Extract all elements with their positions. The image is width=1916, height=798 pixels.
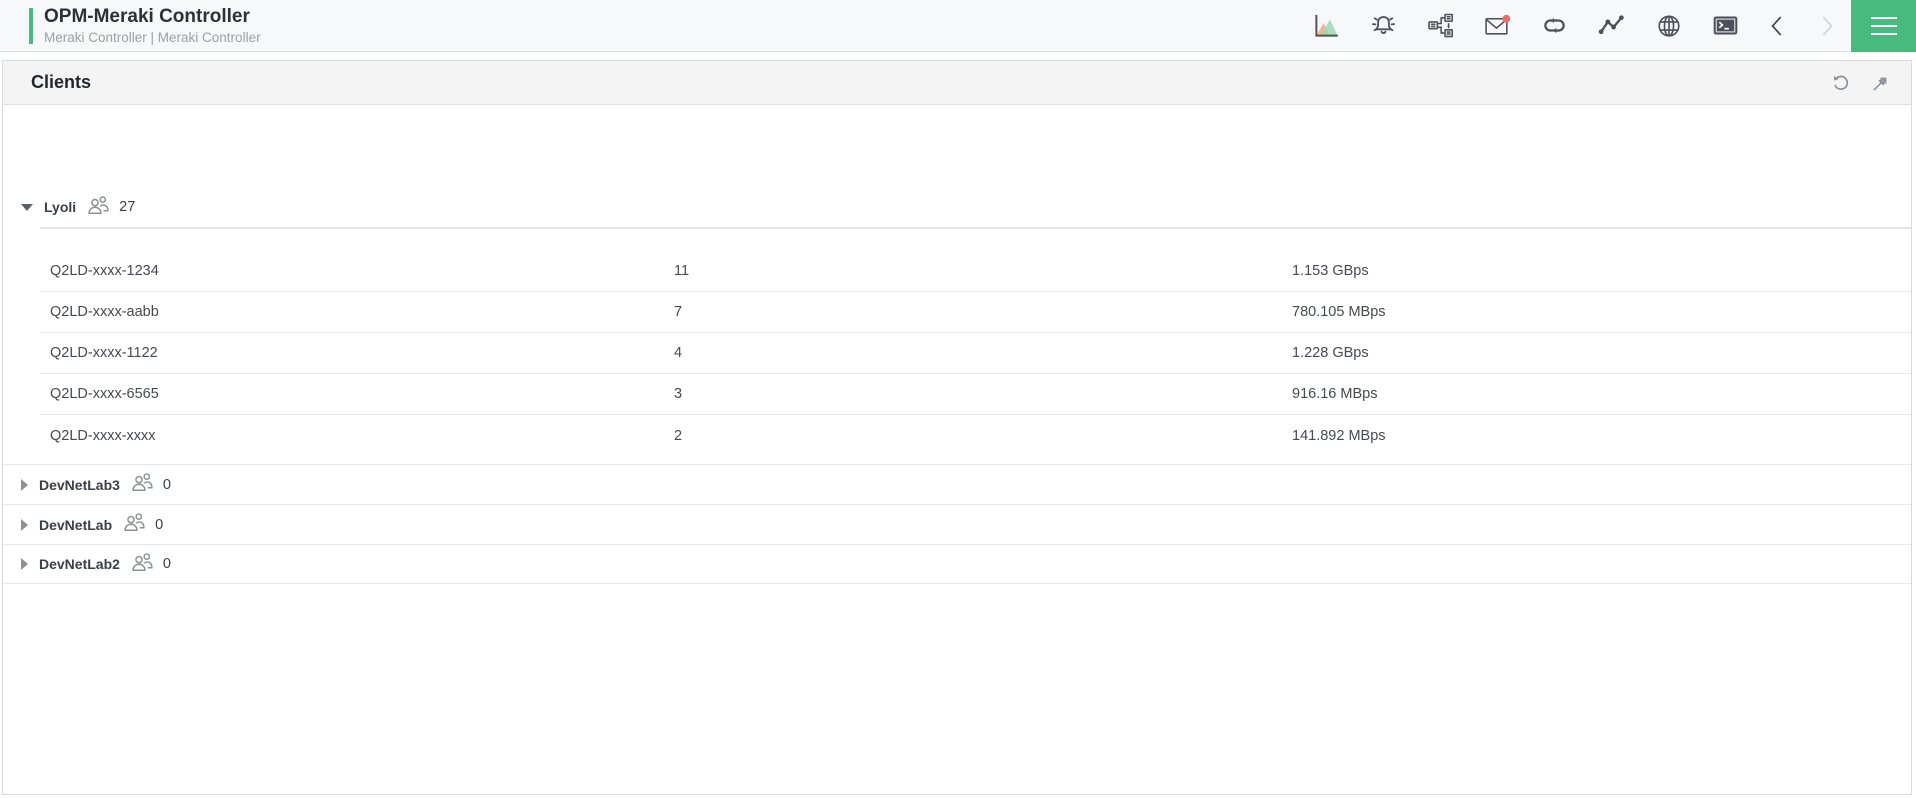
alarm-bell-icon[interactable] bbox=[1370, 12, 1397, 39]
table-header-pad bbox=[40, 229, 1911, 251]
client-count: 4 bbox=[674, 345, 683, 361]
group-count: 0 bbox=[162, 476, 171, 493]
chevron-right-icon[interactable] bbox=[1817, 12, 1835, 39]
client-usage: 780.105 MBps bbox=[1292, 304, 1386, 320]
client-name: Q2LD-xxxx-1122 bbox=[50, 345, 158, 361]
caret-right-icon[interactable] bbox=[21, 478, 28, 491]
users-icon bbox=[131, 472, 154, 497]
client-usage: 916.16 MBps bbox=[1292, 386, 1378, 402]
client-usage: 1.153 GBps bbox=[1292, 263, 1369, 279]
client-usage: 1.228 GBps bbox=[1292, 345, 1369, 361]
table-row[interactable]: Q2LD-xxxx-xxxx 2 141.892 MBps bbox=[40, 415, 1911, 456]
clients-widget: Clients Lyoli 27 Q2LD-xxxx-1234 11 1.153… bbox=[2, 60, 1912, 795]
caret-right-icon[interactable] bbox=[21, 518, 28, 531]
page-title: OPM-Meraki Controller bbox=[44, 6, 250, 28]
refresh-icon[interactable] bbox=[1831, 73, 1851, 93]
status-accent-bar bbox=[29, 7, 33, 44]
group-name: DevNetLab2 bbox=[39, 556, 120, 572]
users-icon bbox=[131, 552, 154, 577]
mail-unread-icon[interactable] bbox=[1484, 12, 1511, 39]
chevron-left-icon[interactable] bbox=[1769, 12, 1787, 39]
widget-title: Clients bbox=[31, 72, 92, 92]
link-loop-icon[interactable] bbox=[1541, 12, 1568, 39]
group-name: DevNetLab bbox=[39, 516, 113, 533]
clients-table: Q2LD-xxxx-1234 11 1.153 GBps Q2LD-xxxx-a… bbox=[40, 227, 1911, 456]
hamburger-menu-button[interactable] bbox=[1851, 0, 1916, 52]
group-name: DevNetLab3 bbox=[39, 476, 120, 493]
group-count: 0 bbox=[162, 556, 171, 572]
group-row-devnetlab2[interactable]: DevNetLab2 0 bbox=[3, 544, 1911, 584]
widget-actions bbox=[1831, 73, 1891, 93]
table-row[interactable]: Q2LD-xxxx-6565 3 916.16 MBps bbox=[40, 374, 1911, 415]
client-count: 11 bbox=[674, 263, 690, 279]
client-count: 7 bbox=[674, 304, 683, 320]
table-row[interactable]: Q2LD-xxxx-1234 11 1.153 GBps bbox=[40, 251, 1911, 292]
group-row-devnetlab[interactable]: DevNetLab 0 bbox=[3, 504, 1911, 544]
users-icon bbox=[87, 195, 110, 220]
page-subtitle: Meraki Controller | Meraki Controller bbox=[44, 29, 261, 45]
group-row-devnetlab3[interactable]: DevNetLab3 0 bbox=[3, 464, 1911, 504]
clients-widget-body: Lyoli 27 Q2LD-xxxx-1234 11 1.153 GBps Q2… bbox=[3, 105, 1911, 584]
device-titles: OPM-Meraki Controller Meraki Controller … bbox=[44, 6, 261, 45]
table-row[interactable]: Q2LD-xxxx-aabb 7 780.105 MBps bbox=[40, 292, 1911, 333]
header-toolbar bbox=[1313, 12, 1851, 39]
group-count: 0 bbox=[155, 516, 164, 533]
client-name: Q2LD-xxxx-xxxx bbox=[50, 427, 156, 444]
clients-widget-header: Clients bbox=[3, 61, 1911, 105]
globe-icon[interactable] bbox=[1655, 12, 1682, 39]
users-icon bbox=[123, 512, 146, 537]
collapsed-group-list: DevNetLab3 0 DevNetLab 0 DevNetLab2 0 bbox=[3, 464, 1911, 584]
group-count: 27 bbox=[119, 199, 136, 215]
client-count: 2 bbox=[674, 427, 683, 444]
client-name: Q2LD-xxxx-1234 bbox=[50, 263, 159, 279]
app-header: OPM-Meraki Controller Meraki Controller … bbox=[0, 0, 1916, 52]
client-usage: 141.892 MBps bbox=[1292, 427, 1386, 444]
line-graph-icon[interactable] bbox=[1598, 12, 1625, 39]
pin-icon[interactable] bbox=[1871, 73, 1891, 93]
table-row[interactable]: Q2LD-xxxx-1122 4 1.228 GBps bbox=[40, 333, 1911, 374]
workflow-icon[interactable] bbox=[1427, 12, 1454, 39]
client-count: 3 bbox=[674, 386, 683, 402]
group-row-lyoli[interactable]: Lyoli 27 bbox=[3, 187, 1911, 227]
client-name: Q2LD-xxxx-aabb bbox=[50, 304, 159, 320]
area-chart-icon[interactable] bbox=[1313, 12, 1340, 39]
group-name: Lyoli bbox=[44, 199, 77, 215]
caret-down-icon[interactable] bbox=[21, 203, 33, 211]
terminal-icon[interactable] bbox=[1712, 12, 1739, 39]
caret-right-icon[interactable] bbox=[21, 558, 28, 570]
client-name: Q2LD-xxxx-6565 bbox=[50, 386, 159, 402]
